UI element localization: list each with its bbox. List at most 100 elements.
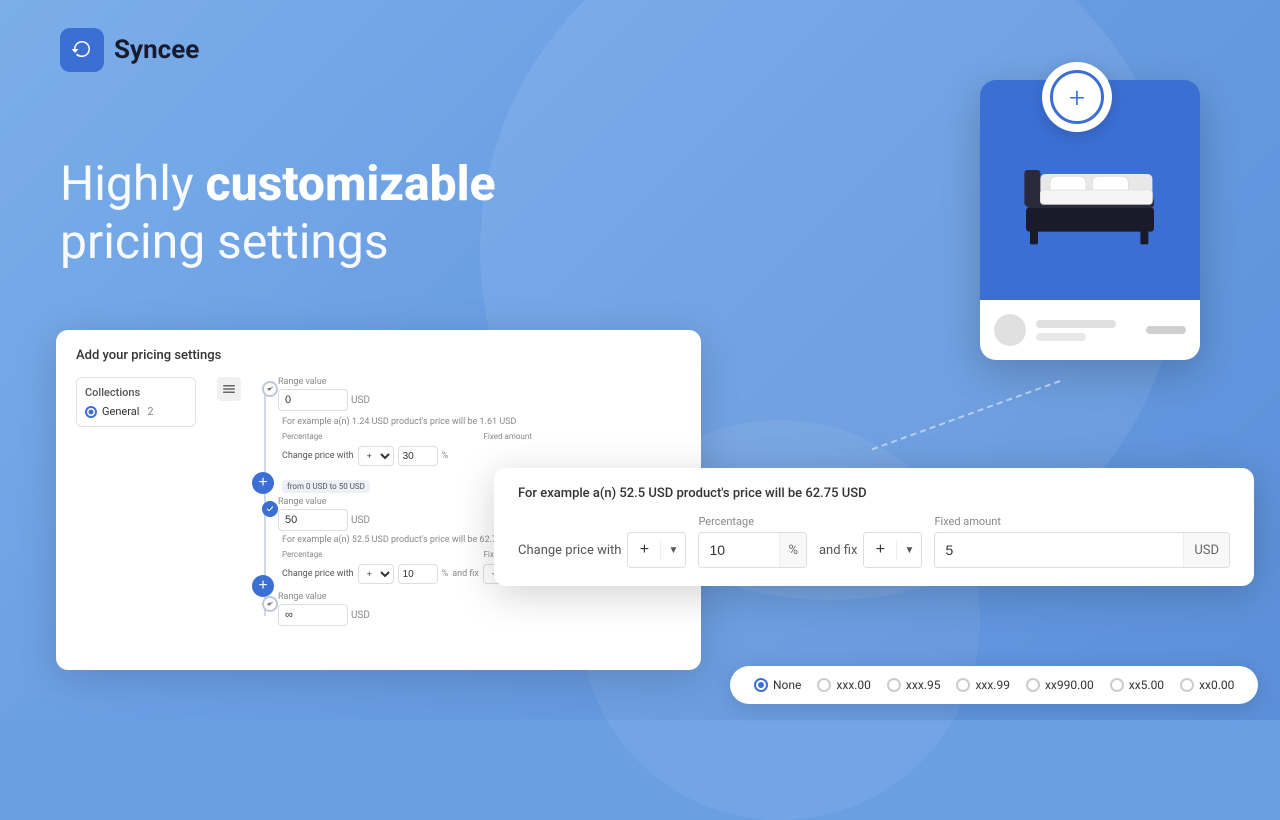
pct-sign-2: % [442,569,449,579]
pct-input-expanded[interactable] [699,533,779,567]
general-count: 2 [147,405,153,418]
op-select-1[interactable]: + [358,446,394,466]
and-fix-label-2: and fix [452,569,479,579]
general-radio [85,406,97,418]
headline-line2: pricing settings [60,213,389,270]
range-input-2[interactable] [278,509,348,531]
radio-xx990[interactable]: xx990.00 [1026,678,1094,692]
spacer-label: — [518,515,686,528]
and-fix-row: and fix + ▼ [819,532,922,568]
collections-box: Collections General 2 [76,377,196,427]
radio-none[interactable]: None [754,678,801,692]
main-headline: Highly customizable pricing settings [60,155,496,270]
percentage-group: Percentage % [698,515,807,568]
and-fix-group: — and fix + ▼ [819,515,922,568]
headline-normal: Highly [60,155,206,212]
radio-xxx95-label: xxx.95 [906,678,941,692]
syncee-logo-icon [60,28,104,72]
radio-options-card: None xxx.00 xxx.95 xxx.99 xx990.00 xx5.0… [730,666,1258,704]
radio-xxx00-circle [817,678,831,692]
general-label: General [102,405,139,418]
expanded-pricing-card: For example a(n) 52.5 USD product's pric… [494,468,1254,586]
settings-icon [217,377,241,401]
range-unit-2: USD [351,515,370,526]
range-input-area-2: Range value USD [278,497,370,531]
radio-xx0-label: xx0.00 [1199,678,1234,692]
collections-panel: Collections General 2 [76,377,196,626]
and-fix-expanded-label: and fix [819,543,857,558]
fixed-input-expanded[interactable] [935,533,1183,567]
headline-bold: customizable [206,155,496,212]
expanded-example-text: For example a(n) 52.5 USD product's pric… [518,486,1230,501]
product-line-2 [1036,333,1086,341]
radio-xxx00-label: xxx.00 [836,678,871,692]
range-label-1: Range value [278,377,370,387]
range-label-3: Range value [278,592,681,602]
radio-xxx99[interactable]: xxx.99 [956,678,1010,692]
from-to-badge: from 0 USD to 50 USD [282,480,370,493]
add-rule-btn-2-container: + [252,575,274,597]
pct-input-group: % [698,532,807,568]
radio-xx990-label: xx990.00 [1045,678,1094,692]
product-lines [1036,320,1136,341]
collections-item: General 2 [85,405,187,418]
radio-xx5-label: xx5.00 [1129,678,1164,692]
radio-xxx00[interactable]: xxx.00 [817,678,871,692]
op-dropdown-btn[interactable]: ▼ [661,533,685,567]
op-plus-btn[interactable]: + [628,533,660,567]
pct-input-1[interactable] [398,446,438,466]
radio-xx990-circle [1026,678,1040,692]
product-card-info [980,300,1200,360]
pct-sign-1: % [442,451,449,461]
range-input-3[interactable] [278,604,348,626]
range-input-1[interactable] [278,389,348,411]
add-rule-btn-1-container: + [252,472,274,494]
fixed-section-label: Fixed amount [934,515,1230,528]
change-price-expanded-label: Change price with [518,543,621,558]
range-unit-1: USD [351,395,370,406]
product-line-1 [1036,320,1116,328]
range-row-1: Range value USD [278,377,681,411]
expanded-controls-row: — Change price with + ▼ Percentage % — [518,515,1230,568]
product-price-line [1146,326,1186,334]
icon-column [204,377,254,626]
check-dot-1 [262,381,278,397]
add-icon: + [1050,70,1104,124]
op-btn-group[interactable]: + ▼ [627,532,686,568]
range-input-area-3: Range value USD [278,592,681,626]
logo-text: Syncee [114,35,199,65]
pct-section-label: Percentage [698,515,807,528]
change-price-row-1: Change price with + % [278,446,681,466]
radio-xx5-circle [1110,678,1124,692]
fix-op-plus-btn[interactable]: + [864,533,896,567]
logo-area: Syncee [60,28,199,72]
change-price-group: — Change price with + ▼ [518,515,686,568]
collections-label: Collections [85,386,187,399]
fixed-input-group: USD [934,532,1230,568]
op-select-2[interactable]: + [358,564,394,584]
add-rule-btn-2[interactable]: + [252,575,274,597]
fix-op-btn-group[interactable]: + ▼ [863,532,922,568]
fixed-unit-expanded: USD [1183,533,1229,567]
check-dot-3 [262,596,278,612]
example-1: For example a(n) 1.24 USD product's pric… [278,417,681,427]
radio-xx0[interactable]: xx0.00 [1180,678,1234,692]
add-rule-btn-1[interactable]: + [252,472,274,494]
radio-xxx99-circle [956,678,970,692]
fixed-header-1: Fixed amount [484,432,682,441]
radio-none-label: None [773,678,801,692]
fixed-amount-group: Fixed amount USD [934,515,1230,568]
range-label-2: Range value [278,497,370,507]
radio-xx5[interactable]: xx5.00 [1110,678,1164,692]
range-input-area-1: Range value USD [278,377,370,411]
rule-row-3: Range value USD [278,592,681,626]
radio-xxx99-label: xxx.99 [975,678,1010,692]
pct-input-2[interactable] [398,564,438,584]
change-label-2: Change price with [282,569,354,579]
radio-xxx95[interactable]: xxx.95 [887,678,941,692]
bed-image [1010,110,1170,270]
radio-xx0-circle [1180,678,1194,692]
add-product-button[interactable]: + [1042,62,1112,132]
fix-op-dropdown-btn[interactable]: ▼ [897,533,921,567]
pct-header-2: Percentage [282,550,480,559]
